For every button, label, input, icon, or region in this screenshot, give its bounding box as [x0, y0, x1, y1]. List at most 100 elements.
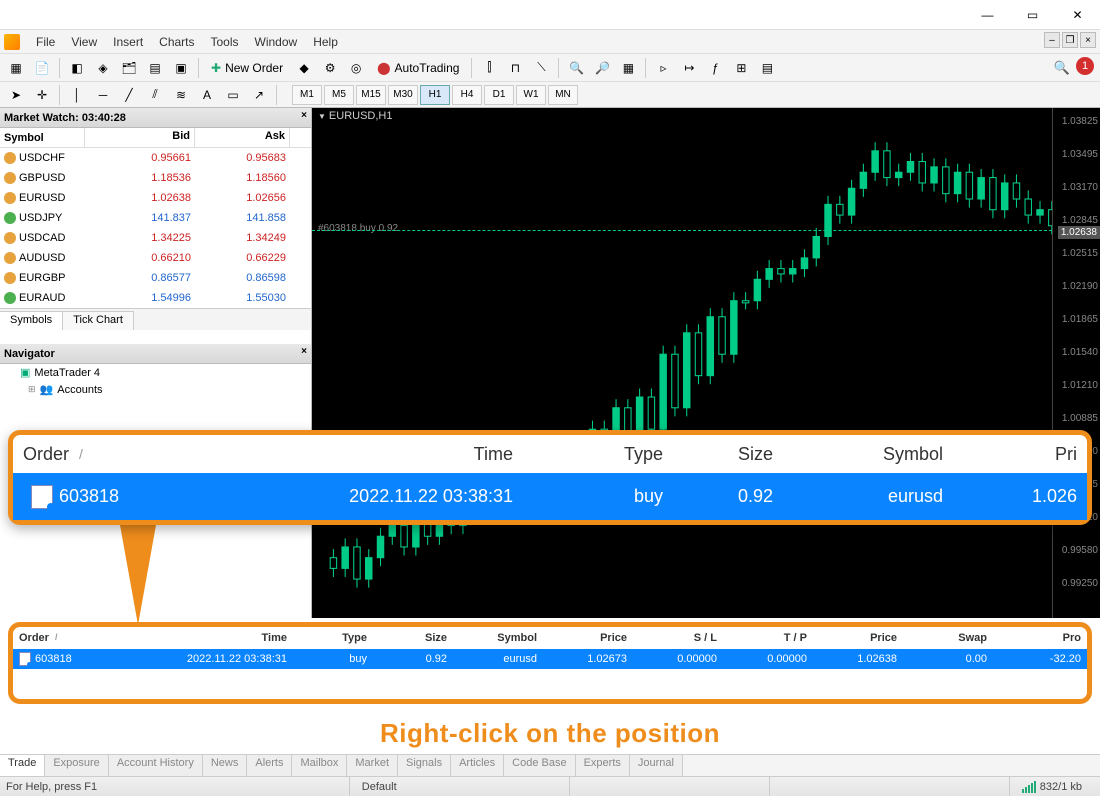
market-watch-icon[interactable]: ◧ — [65, 57, 89, 79]
timeframe-m30[interactable]: M30 — [388, 85, 418, 105]
terminal-tab-journal[interactable]: Journal — [630, 755, 683, 776]
market-watch-row[interactable]: EURUSD1.026381.02656 — [0, 188, 311, 208]
price-tick: 0.99250 — [1062, 578, 1098, 589]
navigator-icon[interactable]: 🗂 — [117, 57, 141, 79]
arrows-icon[interactable]: ↗ — [247, 84, 271, 106]
terminal-tab-code-base[interactable]: Code Base — [504, 755, 575, 776]
auto-scroll-icon[interactable]: ▹ — [651, 57, 675, 79]
timeframe-h1[interactable]: H1 — [420, 85, 450, 105]
mdi-minimize-button[interactable]: – — [1044, 32, 1060, 48]
data-window-icon[interactable]: ◈ — [91, 57, 115, 79]
indicators-icon[interactable]: ƒ — [703, 57, 727, 79]
order-price-line — [312, 230, 1052, 231]
timeframe-w1[interactable]: W1 — [516, 85, 546, 105]
terminal-tab-mailbox[interactable]: Mailbox — [292, 755, 347, 776]
chart-shift-icon[interactable]: ↦ — [677, 57, 701, 79]
price-tick: 1.03170 — [1062, 182, 1098, 193]
order-file-icon — [31, 485, 53, 509]
zoom-out-icon[interactable]: 🔎 — [590, 57, 614, 79]
new-order-button[interactable]: ✚New Order — [204, 57, 290, 79]
menu-help[interactable]: Help — [305, 33, 346, 51]
zoom-selected-row[interactable]: 603818 2022.11.22 03:38:31 buy 0.92 euru… — [13, 473, 1087, 520]
window-titlebar: — ▭ ✕ — [0, 0, 1100, 30]
col-bid[interactable]: Bid — [85, 128, 195, 147]
navigator-root[interactable]: ▣MetaTrader 4 — [0, 364, 311, 381]
text-icon[interactable]: A — [195, 84, 219, 106]
trade-selected-row[interactable]: 603818 2022.11.22 03:38:31 buy 0.92 euru… — [13, 649, 1087, 669]
terminal-icon[interactable]: ▤ — [143, 57, 167, 79]
market-watch-row[interactable]: USDCAD1.342251.34249 — [0, 228, 311, 248]
metaquotes-icon[interactable]: ◆ — [292, 57, 316, 79]
navigator-accounts[interactable]: ⊞👥Accounts — [0, 381, 311, 398]
strategy-tester-icon[interactable]: ▣ — [169, 57, 193, 79]
signals-icon[interactable]: ◎ — [344, 57, 368, 79]
market-watch-panel: Market Watch: 03:40:28 × Symbol Bid Ask … — [0, 108, 311, 344]
profiles-icon[interactable]: 📄 — [30, 57, 54, 79]
instruction-hint: Right-click on the position — [0, 718, 1100, 749]
terminal-tab-signals[interactable]: Signals — [398, 755, 451, 776]
menu-charts[interactable]: Charts — [151, 33, 202, 51]
fibonacci-icon[interactable]: ≋ — [169, 84, 193, 106]
timeframe-d1[interactable]: D1 — [484, 85, 514, 105]
mdi-close-button[interactable]: × — [1080, 32, 1096, 48]
trendline-icon[interactable]: ╱ — [117, 84, 141, 106]
terminal-tab-news[interactable]: News — [203, 755, 248, 776]
close-button[interactable]: ✕ — [1055, 0, 1100, 30]
col-symbol[interactable]: Symbol — [0, 128, 85, 147]
close-icon[interactable]: × — [301, 110, 307, 121]
search-icon[interactable]: 🔍 — [1054, 60, 1070, 76]
text-label-icon[interactable]: ▭ — [221, 84, 245, 106]
bar-chart-icon[interactable]: ⫿ — [477, 57, 501, 79]
menu-window[interactable]: Window — [247, 33, 306, 51]
timeframe-m15[interactable]: M15 — [356, 85, 386, 105]
periods-icon[interactable]: ⊞ — [729, 57, 753, 79]
menu-tools[interactable]: Tools — [203, 33, 247, 51]
market-watch-row[interactable]: EURAUD1.549961.55030 — [0, 288, 311, 308]
expert-advisors-icon[interactable]: ⚙ — [318, 57, 342, 79]
line-chart-icon[interactable]: ⟍ — [529, 57, 553, 79]
timeframe-m5[interactable]: M5 — [324, 85, 354, 105]
tab-tick-chart[interactable]: Tick Chart — [63, 311, 134, 330]
auto-trading-button[interactable]: ⬤AutoTrading — [370, 57, 466, 79]
terminal-tab-exposure[interactable]: Exposure — [45, 755, 108, 776]
market-watch-row[interactable]: USDJPY141.837141.858 — [0, 208, 311, 228]
notification-badge[interactable]: 1 — [1076, 57, 1094, 75]
terminal-tab-articles[interactable]: Articles — [451, 755, 504, 776]
tile-windows-icon[interactable]: ▦ — [616, 57, 640, 79]
minimize-button[interactable]: — — [965, 0, 1010, 30]
equidistant-icon[interactable]: ⫽ — [143, 84, 167, 106]
col-ask[interactable]: Ask — [195, 128, 290, 147]
market-watch-row[interactable]: USDCHF0.956610.95683 — [0, 148, 311, 168]
close-icon[interactable]: × — [301, 346, 307, 357]
menu-bar: File View Insert Charts Tools Window Hel… — [0, 30, 1100, 54]
menu-insert[interactable]: Insert — [105, 33, 151, 51]
maximize-button[interactable]: ▭ — [1010, 0, 1055, 30]
terminal-tab-trade[interactable]: Trade — [0, 755, 45, 776]
market-watch-row[interactable]: GBPUSD1.185361.18560 — [0, 168, 311, 188]
horizontal-line-icon[interactable]: ─ — [91, 84, 115, 106]
vertical-line-icon[interactable]: │ — [65, 84, 89, 106]
crosshair-icon[interactable]: ✛ — [30, 84, 54, 106]
callout-pointer — [120, 525, 156, 625]
mdi-restore-button[interactable]: ❐ — [1062, 32, 1078, 48]
market-watch-row[interactable]: EURGBP0.865770.86598 — [0, 268, 311, 288]
cursor-icon[interactable]: ➤ — [4, 84, 28, 106]
price-tick: 1.02515 — [1062, 248, 1098, 259]
menu-file[interactable]: File — [28, 33, 63, 51]
menu-view[interactable]: View — [63, 33, 105, 51]
tab-symbols[interactable]: Symbols — [0, 311, 63, 330]
templates-icon[interactable]: ▤ — [755, 57, 779, 79]
timeframe-m1[interactable]: M1 — [292, 85, 322, 105]
timeframe-h4[interactable]: H4 — [452, 85, 482, 105]
zoom-in-icon[interactable]: 🔍 — [564, 57, 588, 79]
new-chart-icon[interactable]: ▦ — [4, 57, 28, 79]
terminal-tab-account-history[interactable]: Account History — [109, 755, 203, 776]
market-watch-row[interactable]: AUDUSD0.662100.66229 — [0, 248, 311, 268]
app-icon — [4, 34, 20, 50]
timeframe-mn[interactable]: MN — [548, 85, 578, 105]
candlestick-icon[interactable]: ⊓ — [503, 57, 527, 79]
price-tick: 1.00885 — [1062, 413, 1098, 424]
terminal-tab-experts[interactable]: Experts — [576, 755, 630, 776]
terminal-tab-alerts[interactable]: Alerts — [247, 755, 292, 776]
terminal-tab-market[interactable]: Market — [347, 755, 398, 776]
